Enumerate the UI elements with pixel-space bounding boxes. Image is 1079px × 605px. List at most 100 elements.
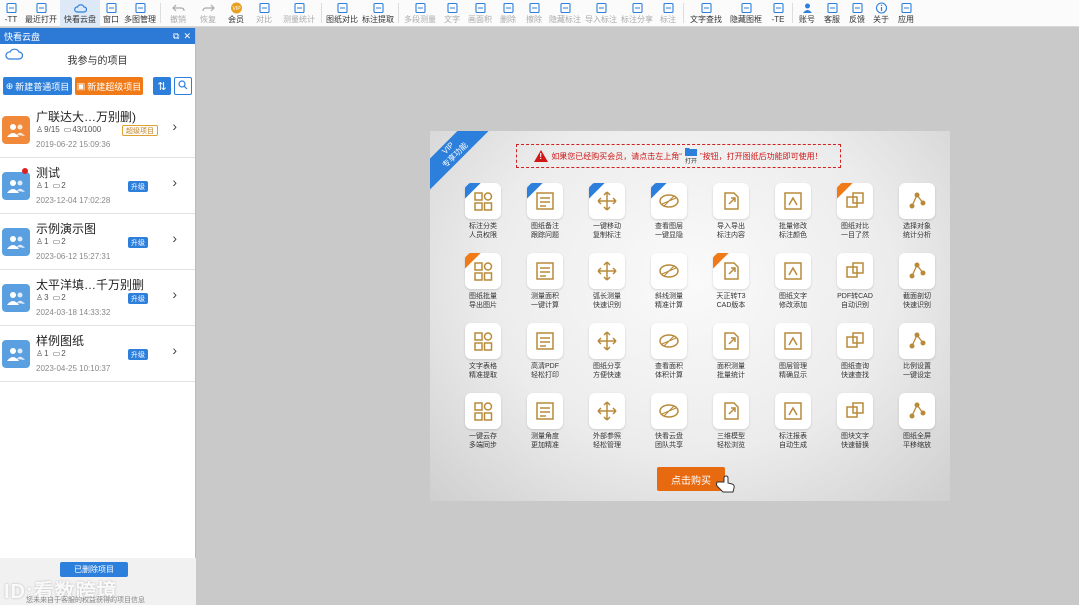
feature-tile[interactable]: 三维模型 轻松浏览: [700, 393, 762, 463]
toolbar-item-20[interactable]: 标注: [655, 0, 681, 27]
chevron-right-icon[interactable]: ›: [172, 286, 177, 302]
project-badge[interactable]: 升级: [128, 181, 148, 192]
feature-tile[interactable]: 图纸查询 快速查找: [824, 323, 886, 393]
feature-tile[interactable]: PDF转CAD 自动识别: [824, 253, 886, 323]
toolbar-item-0[interactable]: -TT: [0, 0, 22, 27]
feature-tile[interactable]: 图纸文字 修改添加: [762, 253, 824, 323]
search-button[interactable]: [174, 77, 192, 95]
layers-icon: [775, 323, 811, 359]
person-icon: ♙: [36, 293, 44, 302]
feature-tile[interactable]: 测量面积 一键计算: [514, 253, 576, 323]
feature-tile[interactable]: 标注报表 自动生成: [762, 393, 824, 463]
toolbar-item-22[interactable]: 隐藏图框: [726, 0, 766, 27]
toolbar-item-11[interactable]: 标注提取: [360, 0, 396, 27]
toolbar-item-21[interactable]: 文字查找: [686, 0, 726, 27]
chevron-right-icon[interactable]: ›: [172, 342, 177, 358]
toolbar-item-16[interactable]: 擦除: [521, 0, 547, 27]
toolbar-item-18[interactable]: 导入标注: [583, 0, 619, 27]
feature-tile[interactable]: 图纸批量 导出图片: [452, 253, 514, 323]
feature-tile[interactable]: 外部参照 轻松管理: [576, 393, 638, 463]
feature-tile[interactable]: 选择对象 统计分析: [886, 183, 948, 253]
feature-tile[interactable]: 比例设置 一键设定: [886, 323, 948, 393]
project-row[interactable]: 样例图纸 ♙ 1 ▭ 2 升级 2023-04-25 10:10:37 ›: [0, 326, 195, 382]
project-row[interactable]: 示例演示图 ♙ 1 ▭ 2 升级 2023-06-12 15:27:31 ›: [0, 214, 195, 270]
toolbar-item-19[interactable]: 标注分享: [619, 0, 655, 27]
toolbar-item-27[interactable]: 关于: [869, 0, 893, 27]
feature-tile[interactable]: 高清PDF 轻松打印: [514, 323, 576, 393]
feature-tile[interactable]: 斜线测量 精准计算: [638, 253, 700, 323]
feature-label: 查看面积 体积计算: [655, 363, 683, 379]
feature-tile[interactable]: 标注分类 人员权限: [452, 183, 514, 253]
toolbar-item-10[interactable]: 图纸对比: [324, 0, 360, 27]
dock-icon[interactable]: ⧉: [173, 31, 179, 42]
feature-tile[interactable]: 查看图层 一键显隐: [638, 183, 700, 253]
toolbar-separator: [160, 3, 161, 23]
project-badge[interactable]: 升级: [128, 293, 148, 304]
feature-tile[interactable]: 一键云存 多端同步: [452, 393, 514, 463]
toolbar-item-14[interactable]: 画面积: [465, 0, 495, 27]
sidebar-header: 快看云盘 ⧉ ✕: [0, 28, 195, 44]
feature-tile[interactable]: 一键移动 复制标注: [576, 183, 638, 253]
feature-tile[interactable]: 查看面积 体积计算: [638, 323, 700, 393]
toolbar-item-25[interactable]: 客服: [819, 0, 845, 27]
members-count: ♙ 1: [36, 181, 49, 190]
toolbar-item-6[interactable]: 恢复: [193, 0, 223, 27]
toolbar-item-26[interactable]: 反馈: [845, 0, 869, 27]
toolbar-item-28[interactable]: 应用: [893, 0, 919, 27]
volume-icon: [651, 323, 687, 359]
feature-tile[interactable]: 图纸全屏 平移缩放: [886, 393, 948, 463]
feature-tile[interactable]: 批量修改 标注颜色: [762, 183, 824, 253]
chevron-right-icon[interactable]: ›: [172, 230, 177, 246]
toolbar-item-12[interactable]: 多段测量: [401, 0, 439, 27]
pointer-hand-icon: [714, 475, 736, 496]
project-row[interactable]: 太平洋填…千万别删 ♙ 3 ▭ 2 升级 2024-03-18 14:33:32 ›: [0, 270, 195, 326]
new-vip-project-button[interactable]: ▣ 新建超级项目: [75, 77, 143, 95]
feature-tile[interactable]: 快看云盘 团队共享: [638, 393, 700, 463]
notice-text-2: ”按钮，打开图纸后功能即可使用！: [700, 151, 823, 161]
toolbar-item-13[interactable]: 文字: [439, 0, 465, 27]
feature-tile[interactable]: 图层管理 精确显示: [762, 323, 824, 393]
find-text-icon: [699, 1, 713, 14]
feature-tile[interactable]: 图纸分享 方便快速: [576, 323, 638, 393]
toolbar-item-label: 关于: [873, 15, 889, 24]
toolbar-item-7[interactable]: VIP 会员: [223, 0, 249, 27]
toolbar-item-23[interactable]: -TE: [766, 0, 790, 27]
feature-tile[interactable]: 面积测量 批量统计: [700, 323, 762, 393]
feature-tile[interactable]: 文字表格 精准提取: [452, 323, 514, 393]
feature-tile[interactable]: 截面剖切 快速识别: [886, 253, 948, 323]
toolbar-item-1[interactable]: 最近打开: [22, 0, 60, 27]
pdf-icon: [837, 253, 873, 289]
new-project-button[interactable]: ⊕ 新建普通项目: [3, 77, 72, 95]
feature-tile[interactable]: 导入导出 标注内容: [700, 183, 762, 253]
toolbar-item-3[interactable]: 窗口: [100, 0, 122, 27]
chevron-right-icon[interactable]: ›: [172, 174, 177, 190]
toolbar-item-15[interactable]: 删除: [495, 0, 521, 27]
project-row[interactable]: 广联达大…万别删) ♙ 9/15 ▭ 43/1000 超级项目 2019-06-22 15:…: [0, 102, 195, 158]
project-badge[interactable]: 超级项目: [122, 125, 158, 136]
toolbar-item-2[interactable]: 快看云盘: [60, 0, 100, 27]
feature-tile[interactable]: 弧长测量 快速识别: [576, 253, 638, 323]
toolbar-item-label: 隐藏标注: [549, 15, 581, 24]
chevron-right-icon[interactable]: ›: [172, 118, 177, 134]
feature-tile[interactable]: 图纸备注 跟踪问题: [514, 183, 576, 253]
toolbar-item-24[interactable]: 账号: [795, 0, 819, 27]
project-date: 2023-12-04 17:02:28: [36, 196, 111, 205]
files-count: ▭ 43/1000: [64, 125, 101, 134]
project-badge[interactable]: 升级: [128, 349, 148, 360]
toolbar-item-9[interactable]: 测量统计: [279, 0, 319, 27]
feature-tile[interactable]: 图块文字 快速替换: [824, 393, 886, 463]
close-icon[interactable]: ✕: [183, 31, 191, 42]
select-icon: [899, 183, 935, 219]
refresh-button[interactable]: ⇅: [153, 77, 171, 95]
feature-tile[interactable]: 测量角度 更加精准: [514, 393, 576, 463]
toolbar-item-17[interactable]: 隐藏标注: [547, 0, 583, 27]
area-icon: [473, 1, 487, 14]
project-badge[interactable]: 升级: [128, 237, 148, 248]
new-vip-project-label: 新建超级项目: [87, 81, 142, 92]
feature-tile[interactable]: 图纸对比 一目了然: [824, 183, 886, 253]
toolbar-item-4[interactable]: 多图管理: [122, 0, 158, 27]
toolbar-item-5[interactable]: 撤销: [163, 0, 193, 27]
feature-tile[interactable]: 天正转T3 CAD版本: [700, 253, 762, 323]
project-row[interactable]: 测试 ♙ 1 ▭ 2 升级 2023-12-04 17:02:28 ›: [0, 158, 195, 214]
toolbar-item-8[interactable]: 对比: [249, 0, 279, 27]
